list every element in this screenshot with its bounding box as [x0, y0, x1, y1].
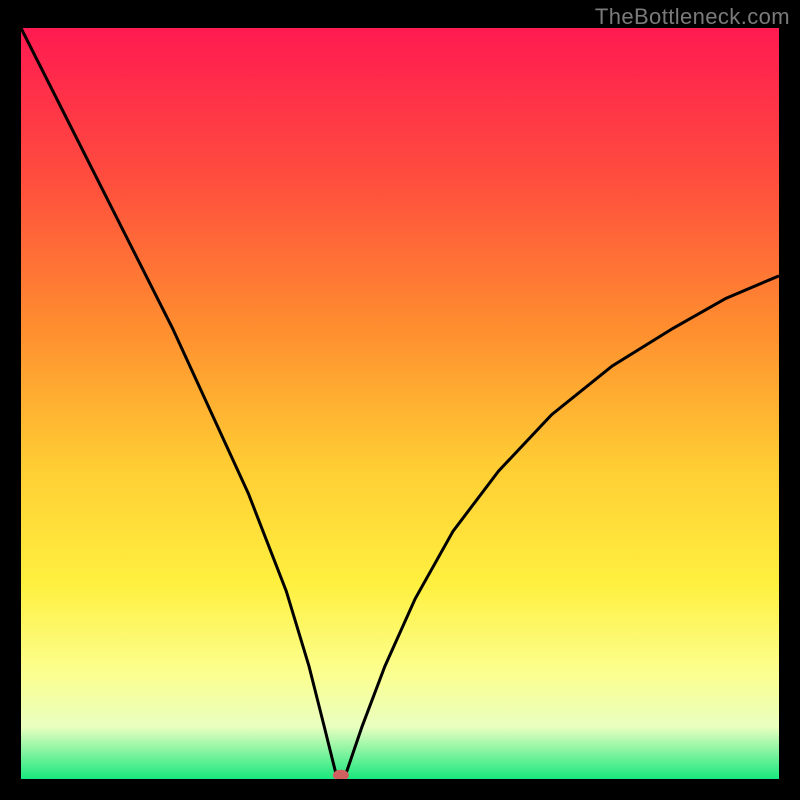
- outer-frame: TheBottleneck.com: [0, 0, 800, 800]
- plot-area: [21, 28, 779, 779]
- watermark-text: TheBottleneck.com: [595, 4, 790, 30]
- bottleneck-chart-svg: [21, 28, 779, 779]
- chart-background: [21, 28, 779, 779]
